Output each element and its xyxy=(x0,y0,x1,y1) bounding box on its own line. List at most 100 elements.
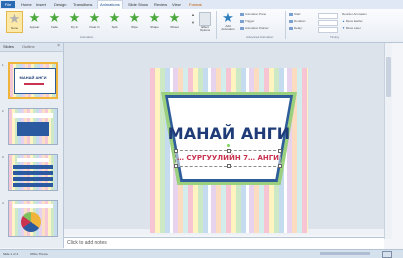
pane-icon xyxy=(240,12,244,16)
animation-float-in[interactable]: ★ Float In xyxy=(86,11,103,33)
fit-to-window-icon[interactable] xyxy=(382,251,392,258)
animation-split[interactable]: ★ Split xyxy=(106,11,123,33)
delay-icon xyxy=(289,26,293,30)
star-icon: ★ xyxy=(128,10,141,25)
zoom-slider[interactable] xyxy=(320,252,370,255)
effect-options-icon xyxy=(199,12,211,26)
group-label-timing: Timing xyxy=(330,35,339,39)
tab-insert[interactable]: Insert xyxy=(36,1,46,8)
star-icon: ★ xyxy=(68,10,81,25)
thumbnail-row xyxy=(13,177,53,181)
thumbnail-number: 2 xyxy=(2,109,4,113)
add-animation-button[interactable]: ★ Add Animation xyxy=(219,11,237,35)
thumbnail-heading xyxy=(13,113,53,118)
animation-wipe[interactable]: ★ Wipe xyxy=(126,11,143,33)
star-icon: ★ xyxy=(8,11,21,26)
animation-none[interactable]: ★ None xyxy=(6,11,23,33)
subtitle-placeholder[interactable]: … СУРГУУЛИЙН 7… АНГИ xyxy=(174,144,282,168)
thumbnail-heading xyxy=(13,204,53,208)
slide-thumbnail-1[interactable]: МАНАЙ АНГИ xyxy=(8,62,58,99)
rotate-handle[interactable] xyxy=(227,144,230,147)
tab-design[interactable]: Design xyxy=(54,1,66,8)
resize-handle[interactable] xyxy=(227,149,231,153)
thumbnail-number: 1 xyxy=(2,63,4,67)
star-icon: ★ xyxy=(48,10,61,25)
delay-input[interactable] xyxy=(318,27,338,33)
thumbnail-number: 4 xyxy=(2,201,4,205)
group-label-animation: Animation xyxy=(80,35,94,39)
tab-slides[interactable]: Slides xyxy=(3,44,14,49)
move-earlier-button[interactable]: ▲ Move Earlier xyxy=(342,19,363,24)
tab-transitions[interactable]: Transitions xyxy=(73,1,92,8)
start-dropdown[interactable] xyxy=(318,13,338,19)
duration-field[interactable]: Duration: xyxy=(289,19,306,24)
thumbnail-title: МАНАЙ АНГИ xyxy=(19,75,47,80)
status-bar: Slide 1 of 4 Office Theme xyxy=(0,249,403,258)
animation-pane-button[interactable]: Animation Pane xyxy=(240,12,266,17)
star-icon: ★ xyxy=(168,10,181,25)
add-animation-icon: ★ xyxy=(222,10,234,25)
powerpoint-window: File Home Insert Design Transitions Anim… xyxy=(0,0,403,258)
animation-fly-in[interactable]: ★ Fly In xyxy=(66,11,83,33)
notes-placeholder: Click to add notes xyxy=(67,240,107,246)
slides-panel: Slides Outline × 1 МАНАЙ АНГИ 2 3 4 xyxy=(0,43,64,248)
vertical-scrollbar[interactable] xyxy=(384,43,392,239)
star-icon: ★ xyxy=(88,10,101,25)
thumbnail-heading xyxy=(17,158,49,162)
resize-handle[interactable] xyxy=(227,164,231,168)
tab-view[interactable]: View xyxy=(172,1,181,8)
star-icon: ★ xyxy=(108,10,121,25)
star-icon: ★ xyxy=(28,10,41,25)
slide-subtitle[interactable]: … СУРГУУЛИЙН 7… АНГИ xyxy=(176,154,280,162)
star-icon: ★ xyxy=(148,10,161,25)
thumbnail-frame xyxy=(14,68,56,94)
ribbon-separator xyxy=(285,11,286,39)
slide-thumbnail-3[interactable] xyxy=(8,154,58,191)
slide-canvas[interactable]: МАНАЙ АНГИ … СУРГУУЛИЙН 7… АНГИ xyxy=(150,68,308,233)
start-icon xyxy=(289,12,293,16)
effect-options-button[interactable]: Effect Options xyxy=(196,11,214,35)
ribbon-separator xyxy=(216,11,217,39)
slide-counter: Slide 1 of 4 xyxy=(3,252,19,256)
delay-field[interactable]: Delay: xyxy=(289,26,303,31)
thumbnail-pie xyxy=(21,212,41,232)
resize-handle[interactable] xyxy=(278,164,282,168)
close-icon[interactable]: × xyxy=(57,43,60,49)
tab-format[interactable]: Format xyxy=(189,1,202,8)
scroll-thumb[interactable] xyxy=(386,57,391,97)
animation-appear[interactable]: ★ Appear xyxy=(26,11,43,33)
tab-slide-show[interactable]: Slide Show xyxy=(128,1,148,8)
tab-outline[interactable]: Outline xyxy=(22,44,35,49)
thumbnail-content-box xyxy=(17,122,49,136)
thumbnail-row xyxy=(13,183,53,187)
animation-shape[interactable]: ★ Shape xyxy=(146,11,163,33)
theme-name: Office Theme xyxy=(30,252,48,256)
slide-title[interactable]: МАНАЙ АНГИ xyxy=(150,124,308,143)
resize-handle[interactable] xyxy=(174,164,178,168)
thumbnail-subtitle-bar xyxy=(24,83,44,85)
thumbnail-row xyxy=(13,171,53,175)
slide-thumbnail-2[interactable] xyxy=(8,108,58,145)
group-label-advanced: Advanced Animation xyxy=(246,35,274,39)
trigger-icon xyxy=(240,19,244,23)
ribbon: ★ None ★ Appear ★ Fade ★ Fly In ★ Float … xyxy=(0,9,403,43)
start-field[interactable]: Start: xyxy=(289,12,301,17)
animation-fade[interactable]: ★ Fade xyxy=(46,11,63,33)
move-later-button[interactable]: ▼ Move Later xyxy=(342,26,361,31)
panel-tabs: Slides Outline × xyxy=(0,43,63,52)
animation-painter-button[interactable]: Animation Painter xyxy=(240,26,269,31)
resize-handle[interactable] xyxy=(278,149,282,153)
animation-wheel[interactable]: ★ Wheel xyxy=(166,11,183,33)
resize-handle[interactable] xyxy=(174,149,178,153)
trigger-button[interactable]: Trigger xyxy=(240,19,254,24)
thumbnail-row xyxy=(13,165,53,169)
tab-home[interactable]: Home xyxy=(21,1,32,8)
thumbnail-number: 3 xyxy=(2,155,4,159)
reorder-label: Reorder Animation xyxy=(342,12,367,16)
brush-icon xyxy=(240,26,244,30)
clock-icon xyxy=(289,19,293,23)
tab-file[interactable]: File xyxy=(1,1,15,8)
tab-review[interactable]: Review xyxy=(154,1,167,8)
slide-thumbnail-4[interactable] xyxy=(8,200,58,237)
duration-input[interactable] xyxy=(318,20,338,26)
